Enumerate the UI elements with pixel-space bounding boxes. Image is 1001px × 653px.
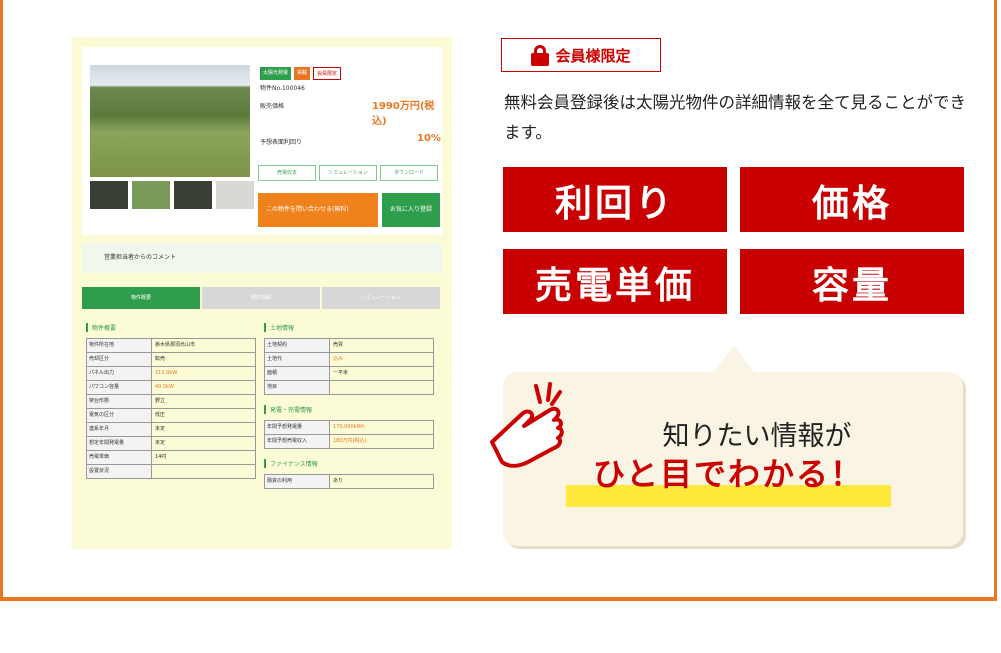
table-row: 年間予想売電収入 180万円(税込) — [264, 434, 434, 449]
thumbnail-strip — [90, 181, 260, 209]
sub-button[interactable]: ダウンロード — [380, 165, 438, 181]
feature-price: 価格 — [740, 167, 964, 232]
property-number: 物件No.100046 — [260, 85, 305, 92]
table-row: 売却区分 転売 — [86, 352, 256, 366]
row-key: 電気の区分 — [86, 409, 152, 422]
row-value: 170,000kWh — [330, 421, 434, 434]
table-row: 土地代 込み — [264, 352, 434, 366]
thumbnail[interactable] — [90, 181, 128, 209]
row-value: 低圧 — [152, 409, 256, 422]
row-key: 想定年間発電量 — [86, 437, 152, 450]
table-title: 物件概要 — [86, 323, 256, 332]
row-value: ー平米 — [330, 367, 434, 380]
table-row: 面積 ー平米 — [264, 366, 434, 380]
row-value: 111.9kW — [152, 367, 256, 380]
row-key: 面積 — [264, 367, 330, 380]
row-key: 設置状況 — [86, 465, 152, 478]
sub-button[interactable]: シミュレーション — [319, 165, 377, 181]
feature-unit-price: 売電単価 — [503, 249, 727, 314]
table-row: 年間予想発電量 170,000kWh — [264, 420, 434, 434]
table-row: 融資の利用 あり — [264, 474, 434, 489]
row-value: 野立 — [152, 395, 256, 408]
table-row: パネル出力 111.9kW — [86, 366, 256, 380]
row-value: 転売 — [152, 353, 256, 366]
row-value — [152, 465, 256, 478]
yield-value: 10% — [417, 133, 441, 144]
table-title: 発電・売電情報 — [264, 405, 434, 414]
tab-simulation[interactable]: シミュレーション — [322, 287, 442, 309]
table-row: 架台形態 野立 — [86, 394, 256, 408]
inquiry-button[interactable]: この物件を問い合わせる(無料) — [258, 193, 378, 227]
row-key: 土地代 — [264, 353, 330, 366]
row-key: 物件所在地 — [86, 339, 152, 352]
row-value: 栃木県那須烏山市 — [152, 339, 256, 352]
row-value: 未定 — [152, 437, 256, 450]
property-photo — [90, 65, 250, 177]
tag: 太陽光発電 — [260, 67, 292, 80]
favorite-button[interactable]: お気に入り登録 — [382, 193, 440, 227]
row-key: 架台形態 — [86, 395, 152, 408]
property-tags: 太陽光発電 掲載 会員限定 — [260, 67, 342, 80]
row-key: 売電単価 — [86, 451, 152, 464]
comment-label: 営業担当者からのコメント — [82, 243, 442, 273]
table-row: 物件所在地 栃木県那須烏山市 — [86, 338, 256, 352]
row-key: パワコン容量 — [86, 381, 152, 394]
row-key: 年間予想発電量 — [264, 421, 330, 434]
property-page-preview: 太陽光発電 掲載 会員限定 物件No.100046 販売価格 1990万円(税込… — [72, 37, 452, 549]
sub-button-row: 売電収支 シミュレーション ダウンロード — [258, 165, 438, 181]
feature-yield: 利回り — [503, 167, 727, 232]
tag: 掲載 — [294, 67, 311, 80]
row-value: 売買 — [330, 339, 434, 352]
table-row: 連系年月 未定 — [86, 422, 256, 436]
table-title: ファイナンス情報 — [264, 459, 434, 468]
feature-grid: 利回り 価格 売電単価 容量 — [503, 167, 964, 315]
row-key: 地目 — [264, 381, 330, 394]
table-title: 土地情報 — [264, 323, 434, 332]
tap-hand-icon — [490, 382, 564, 468]
table-row: 地目 — [264, 380, 434, 395]
description: 無料会員登録後は太陽光物件の詳細情報を全て見ることができます。 — [504, 93, 966, 142]
row-value: 14円 — [152, 451, 256, 464]
row-key: 土地契約 — [264, 339, 330, 352]
price-value: 1990万円(税込) — [372, 101, 435, 127]
badge-text: 会員様限定 — [555, 46, 631, 65]
yield-label: 予想表面利回り — [260, 139, 303, 146]
table-row: 電気の区分 低圧 — [86, 408, 256, 422]
property-card: 太陽光発電 掲載 会員限定 物件No.100046 販売価格 1990万円(税込… — [82, 47, 442, 235]
row-key: 年間予想売電収入 — [264, 435, 330, 448]
callout-line-2: ひと目でわかる！ — [592, 455, 865, 493]
land-table: 土地情報 土地契約 売買 土地代 込み 面積 ー平米 地目 発電・売電情報 年間予想発電量 1… — [264, 319, 434, 489]
table-row: パワコン容量 49.5kW — [86, 380, 256, 394]
row-key: 連系年月 — [86, 423, 152, 436]
table-row: 設置状況 — [86, 464, 256, 479]
tag: 会員限定 — [313, 67, 342, 80]
table-row: 土地契約 売買 — [264, 338, 434, 352]
thumbnail[interactable] — [174, 181, 212, 209]
sub-button[interactable]: 売電収支 — [258, 165, 316, 181]
price-label: 販売価格 — [260, 103, 285, 110]
tab-map[interactable]: 周辺地図 — [202, 287, 322, 309]
row-key: パネル出力 — [86, 367, 152, 380]
lock-icon — [531, 45, 550, 66]
speech-bubble-tail — [712, 346, 756, 374]
overview-table: 物件概要 物件所在地 栃木県那須烏山市 売却区分 転売 パネル出力 111.9kW パワコン… — [86, 319, 256, 479]
row-value: 込み — [330, 353, 434, 366]
row-value: 49.5kW — [152, 381, 256, 394]
thumbnail[interactable] — [216, 181, 254, 209]
row-value — [330, 381, 434, 394]
row-value: 180万円(税込) — [330, 435, 434, 448]
row-value: あり — [330, 475, 434, 488]
table-row: 売電単価 14円 — [86, 450, 256, 464]
tab-overview[interactable]: 物件概要 — [82, 287, 202, 309]
row-value: 未定 — [152, 423, 256, 436]
row-key: 売却区分 — [86, 353, 152, 366]
members-only-badge: 会員様限定 — [501, 38, 661, 72]
feature-capacity: 容量 — [740, 249, 964, 314]
table-row: 想定年間発電量 未定 — [86, 436, 256, 450]
thumbnail[interactable] — [132, 181, 170, 209]
detail-tabs: 物件概要 周辺地図 シミュレーション — [82, 287, 442, 309]
row-key: 融資の利用 — [264, 475, 330, 488]
